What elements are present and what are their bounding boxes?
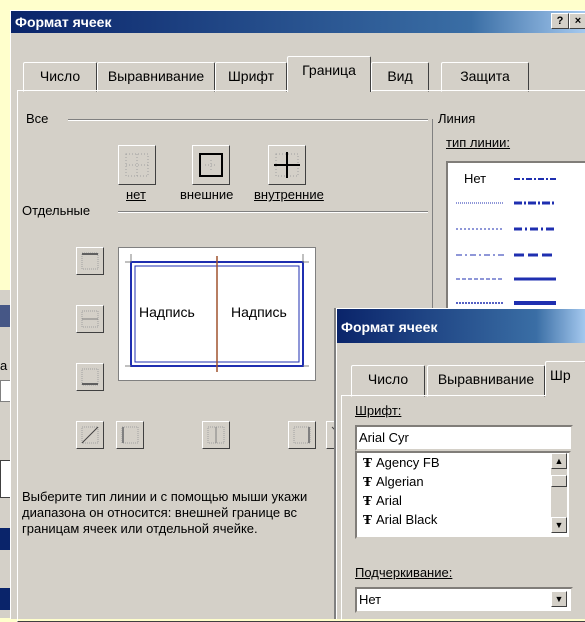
- front-tab-font[interactable]: Шр: [545, 361, 585, 396]
- separate-group-label: Отдельные: [22, 203, 95, 218]
- hint-text: Выберите тип линии и с помощью мыши укаж…: [22, 489, 352, 537]
- truetype-icon: Ŧ: [363, 494, 372, 508]
- border-top-icon: [81, 252, 99, 270]
- preset-inner-label: внутренние: [254, 187, 324, 202]
- preview-cell-left: Надпись: [139, 304, 195, 320]
- dialog-titlebar: Формат ячеек ? ×: [11, 11, 585, 33]
- background-tab-fragment: а: [0, 358, 8, 373]
- preset-inner-button[interactable]: [268, 145, 306, 185]
- front-tab-number[interactable]: Число: [351, 365, 425, 397]
- front-tab-alignment[interactable]: Выравнивание: [427, 365, 545, 397]
- separate-group-divider: [118, 211, 428, 213]
- tab-fill[interactable]: Вид: [371, 62, 429, 92]
- border-inner-horizontal-button[interactable]: [76, 305, 104, 333]
- scroll-thumb[interactable]: [551, 475, 567, 487]
- hint-line-3: границам ячеек или отдельной ячейке.: [22, 521, 258, 536]
- underline-label: Подчеркивание:: [355, 565, 453, 580]
- truetype-icon: Ŧ: [363, 513, 372, 527]
- front-dialog-titlebar: Формат ячеек: [337, 309, 585, 343]
- all-group-label: Все: [26, 111, 53, 126]
- preset-outer-button[interactable]: [192, 145, 230, 185]
- front-dialog-title: Формат ячеек: [341, 319, 438, 335]
- font-list-scrollbar[interactable]: ▲ ▼: [551, 453, 567, 533]
- truetype-icon: Ŧ: [363, 456, 372, 470]
- line-group-label: Линия: [438, 111, 480, 126]
- truetype-icon: Ŧ: [363, 475, 372, 489]
- border-preview[interactable]: Надпись Надпись: [118, 247, 316, 381]
- underline-value: Нет: [359, 592, 382, 607]
- border-inner-horizontal-icon: [81, 310, 99, 328]
- preset-inner-icon: [274, 152, 300, 178]
- tab-font[interactable]: Шрифт: [215, 62, 287, 92]
- format-cells-dialog-front: Формат ячеек Число Выравнивание Шр Шрифт…: [336, 308, 585, 620]
- scroll-up-icon[interactable]: ▲: [551, 453, 567, 469]
- border-bottom-icon: [81, 368, 99, 386]
- scroll-down-icon[interactable]: ▼: [551, 517, 567, 533]
- all-group-divider: [68, 119, 428, 121]
- border-top-button[interactable]: [76, 247, 104, 275]
- hint-line-1: Выберите тип линии и с помощью мыши укаж…: [22, 489, 308, 504]
- border-right-button[interactable]: [288, 421, 316, 449]
- font-list-item[interactable]: Ŧ Arial: [363, 493, 402, 508]
- font-list-item[interactable]: Ŧ Agency FB: [363, 455, 440, 470]
- line-type-label: тип линии:: [446, 135, 511, 150]
- chevron-down-icon[interactable]: ▼: [551, 591, 567, 607]
- border-left-icon: [121, 426, 139, 444]
- underline-select[interactable]: Нет ▼: [355, 587, 573, 613]
- font-name-input[interactable]: Arial Cyr: [355, 425, 573, 451]
- preset-none-button[interactable]: [118, 145, 156, 185]
- tab-protection[interactable]: Защита: [441, 62, 529, 92]
- tab-number[interactable]: Число: [23, 62, 97, 92]
- preset-outer-icon: [199, 153, 223, 177]
- font-label: Шрифт:: [355, 403, 402, 418]
- dialog-title: Формат ячеек: [15, 14, 112, 30]
- preset-none-label: нет: [126, 187, 146, 202]
- border-inner-vertical-icon: [207, 426, 225, 444]
- line-group-border: [432, 119, 434, 329]
- border-right-icon: [293, 426, 311, 444]
- font-list-item[interactable]: Ŧ Arial Black: [363, 512, 437, 527]
- hint-line-2: диапазона он относится: внешней границе …: [22, 505, 297, 520]
- border-bottom-button[interactable]: [76, 363, 104, 391]
- border-inner-vertical-button[interactable]: [202, 421, 230, 449]
- help-button[interactable]: ?: [551, 13, 569, 29]
- preset-none-icon: [125, 153, 149, 177]
- tab-alignment[interactable]: Выравнивание: [97, 62, 215, 92]
- border-diagonal-up-button[interactable]: [76, 421, 104, 449]
- font-list-item[interactable]: Ŧ Algerian: [363, 474, 424, 489]
- preset-outer-label: внешние: [180, 187, 234, 202]
- border-diagonal-up-icon: [81, 426, 99, 444]
- font-list[interactable]: Ŧ Agency FB Ŧ Algerian Ŧ Arial Ŧ Arial Black…: [355, 451, 571, 539]
- border-left-button[interactable]: [116, 421, 144, 449]
- tab-border[interactable]: Граница: [287, 56, 371, 92]
- close-button[interactable]: ×: [569, 13, 585, 29]
- preview-cell-right: Надпись: [231, 304, 287, 320]
